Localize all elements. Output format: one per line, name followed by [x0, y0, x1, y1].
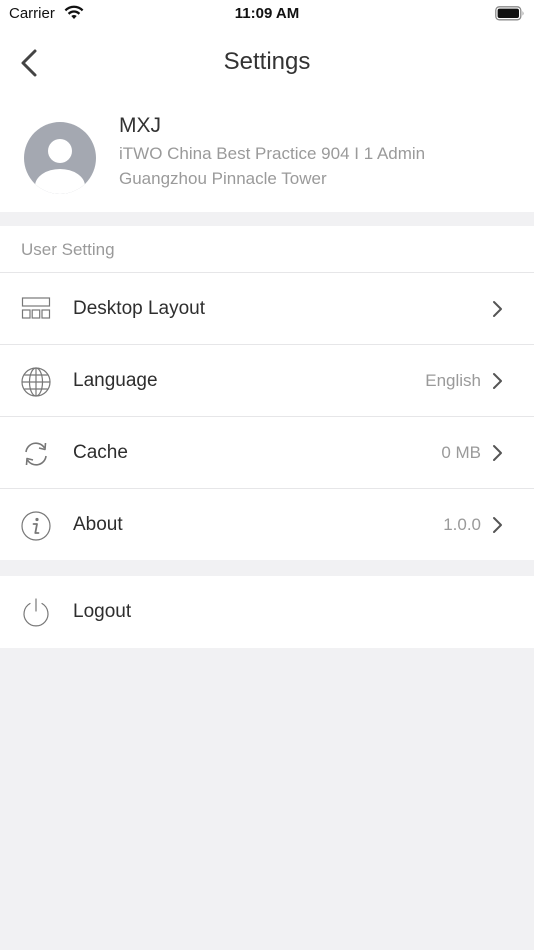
navigation-bar: Settings: [0, 28, 534, 98]
row-label: Desktop Layout: [73, 298, 206, 319]
section-header-label: User Setting: [21, 240, 115, 259]
power-icon: [20, 596, 52, 628]
settings-row-language[interactable]: Language English: [0, 344, 534, 416]
status-time: 11:09 AM: [234, 5, 300, 22]
status-bar: Carrier 11:09 AM: [0, 0, 534, 28]
chevron-right-icon: [490, 516, 504, 534]
row-label: Language: [73, 370, 158, 391]
row-value: English: [425, 371, 481, 390]
page-title: Settings: [223, 48, 311, 75]
user-avatar-icon: [24, 122, 96, 194]
chevron-right-icon: [490, 444, 504, 462]
row-value: 1.0.0: [443, 515, 481, 534]
globe-icon: [20, 366, 52, 398]
row-label: Cache: [73, 442, 128, 463]
chevron-right-icon: [490, 372, 504, 390]
logout-label: Logout: [73, 601, 132, 622]
info-icon: [20, 510, 52, 542]
layout-grid-icon: [20, 294, 52, 326]
profile-location: Guangzhou Pinnacle Tower: [119, 169, 327, 188]
logout-button[interactable]: Logout: [0, 576, 534, 648]
row-label: About: [73, 514, 123, 535]
settings-row-about[interactable]: About 1.0.0: [0, 488, 534, 560]
profile-company: iTWO China Best Practice 904 I 1 Admin: [119, 144, 426, 163]
sync-icon: [20, 438, 52, 470]
battery-icon: [495, 6, 525, 26]
profile-card[interactable]: MXJ iTWO China Best Practice 904 I 1 Adm…: [0, 98, 534, 212]
settings-row-desktop-layout[interactable]: Desktop Layout: [0, 272, 534, 344]
profile-name: MXJ: [119, 114, 161, 137]
chevron-right-icon: [490, 300, 504, 318]
settings-row-cache[interactable]: Cache 0 MB: [0, 416, 534, 488]
section-header-user-setting: User Setting: [0, 226, 534, 272]
row-value: 0 MB: [441, 443, 481, 462]
